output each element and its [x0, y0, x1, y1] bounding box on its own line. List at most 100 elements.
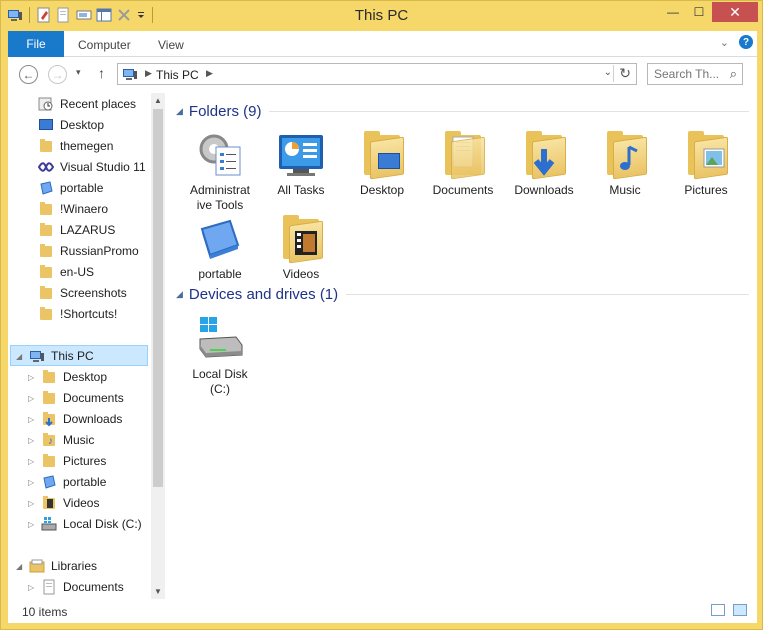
- admin-tools-icon: [196, 131, 244, 179]
- expand-arrow-icon[interactable]: ▷: [28, 583, 38, 592]
- collapse-group-icon[interactable]: ◢: [176, 106, 183, 117]
- item-label: Music: [609, 183, 641, 197]
- nav-item-pc-documents[interactable]: ▷ Documents: [28, 388, 124, 408]
- group-title: Devices and drives (1): [188, 286, 339, 303]
- recent-locations-button[interactable]: ▾: [76, 67, 81, 78]
- expand-arrow-icon[interactable]: ▷: [28, 436, 38, 445]
- folder-item-pictures[interactable]: Pictures: [666, 131, 746, 198]
- folder-item-videos[interactable]: Videos: [261, 215, 341, 282]
- breadcrumb-chevron-icon[interactable]: ▶: [206, 68, 213, 79]
- nav-item-winaero[interactable]: !Winaero: [38, 199, 108, 219]
- nav-item-pc-desktop[interactable]: ▷ Desktop: [28, 367, 107, 387]
- nav-label: Libraries: [51, 559, 98, 573]
- nav-item-pc-portable[interactable]: ▷ portable: [28, 472, 106, 492]
- nav-item-russianpromo[interactable]: RussianPromo: [38, 241, 139, 261]
- nav-item-lazarus[interactable]: LAZARUS: [38, 220, 115, 240]
- expand-arrow-icon[interactable]: ▷: [28, 520, 38, 529]
- up-button[interactable]: ↑: [98, 65, 105, 81]
- expand-arrow-icon[interactable]: ▷: [28, 499, 38, 508]
- minimize-button[interactable]: —: [660, 2, 686, 22]
- breadcrumb-this-pc[interactable]: This PC: [156, 68, 199, 82]
- collapse-group-icon[interactable]: ◢: [176, 289, 183, 300]
- scrollbar-thumb[interactable]: [153, 109, 163, 487]
- close-button[interactable]: ✕: [712, 2, 758, 22]
- item-count: 10 items: [22, 605, 68, 619]
- folder-icon: [38, 243, 54, 259]
- ribbon-tabs: File Computer View ⌄ ?: [8, 31, 757, 57]
- drive-item-local-disk[interactable]: Local Disk (C:): [180, 315, 260, 397]
- forward-button[interactable]: →: [48, 65, 67, 84]
- nav-item-pc-pictures[interactable]: ▷ Pictures: [28, 451, 106, 471]
- expand-arrow-icon[interactable]: ▷: [28, 373, 38, 382]
- nav-label: Desktop: [63, 370, 108, 384]
- folder-item-desktop[interactable]: Desktop: [342, 131, 422, 198]
- item-label: Documents: [432, 183, 494, 197]
- nav-item-pc-local-disk[interactable]: ▷ Local Disk (C:): [28, 514, 142, 534]
- folder-item-administrative-tools[interactable]: Administrat ive Tools: [180, 131, 260, 213]
- nav-item-pc-downloads[interactable]: ▷ Downloads: [28, 409, 122, 429]
- nav-item-shortcuts[interactable]: !Shortcuts!: [38, 304, 117, 324]
- search-icon[interactable]: ⌕: [730, 66, 737, 82]
- nav-item-desktop[interactable]: Desktop: [38, 115, 104, 135]
- nav-item-en-us[interactable]: en-US: [38, 262, 94, 282]
- collapse-arrow-icon[interactable]: ◢: [16, 352, 26, 361]
- breadcrumb-chevron-icon[interactable]: ▶: [145, 68, 152, 79]
- maximize-button[interactable]: ☐: [686, 2, 712, 22]
- expand-ribbon-icon[interactable]: ⌄: [720, 36, 729, 49]
- item-label: (C:): [210, 382, 230, 396]
- folder-item-portable[interactable]: portable: [180, 215, 260, 282]
- nav-item-libraries[interactable]: ◢ Libraries: [16, 556, 97, 576]
- nav-item-screenshots[interactable]: Screenshots: [38, 283, 127, 303]
- folder-item-music[interactable]: Music: [585, 131, 665, 198]
- tab-computer[interactable]: Computer: [78, 38, 131, 52]
- address-bar[interactable]: ▶ This PC ▶ ⌄ ↻: [117, 63, 637, 85]
- help-icon[interactable]: ?: [739, 35, 753, 49]
- address-dropdown-icon[interactable]: ⌄: [604, 67, 612, 78]
- search-box[interactable]: ⌕: [647, 63, 743, 85]
- folder-item-downloads[interactable]: Downloads: [504, 131, 584, 198]
- nav-label: en-US: [60, 265, 95, 279]
- refresh-icon[interactable]: ↻: [613, 65, 631, 82]
- nav-item-this-pc[interactable]: ◢ This PC: [16, 346, 94, 366]
- folder-icon: [38, 138, 54, 154]
- expand-arrow-icon[interactable]: ▷: [28, 415, 38, 424]
- nav-item-pc-videos[interactable]: ▷ Videos: [28, 493, 99, 513]
- portable-icon: [38, 180, 54, 196]
- scroll-down-icon[interactable]: ▼: [154, 587, 162, 596]
- videos-folder-icon: [277, 215, 325, 264]
- search-input[interactable]: [648, 64, 722, 84]
- item-label: Local Disk: [192, 367, 248, 381]
- tab-view[interactable]: View: [158, 38, 184, 52]
- documents-library-icon: [41, 579, 57, 595]
- expand-arrow-icon[interactable]: ▷: [28, 394, 38, 403]
- folder-item-documents[interactable]: Documents: [423, 131, 503, 198]
- tab-file[interactable]: File: [8, 31, 64, 57]
- folder-icon: [38, 264, 54, 280]
- nav-label: Videos: [63, 496, 100, 510]
- status-bar: 10 items: [8, 599, 757, 623]
- nav-item-lib-documents[interactable]: ▷ Documents: [28, 577, 124, 597]
- details-view-icon[interactable]: [711, 604, 725, 616]
- collapse-arrow-icon[interactable]: ◢: [16, 562, 26, 571]
- nav-item-visual-studio[interactable]: Visual Studio 11: [37, 157, 146, 177]
- back-button[interactable]: ←: [19, 65, 38, 84]
- group-header-devices[interactable]: ◢ Devices and drives (1): [176, 286, 749, 303]
- desktop-folder-icon: [358, 131, 406, 180]
- group-header-folders[interactable]: ◢ Folders (9): [176, 103, 749, 120]
- scroll-up-icon[interactable]: ▲: [154, 96, 162, 105]
- nav-scrollbar[interactable]: ▲ ▼: [151, 93, 165, 599]
- expand-arrow-icon[interactable]: ▷: [28, 478, 38, 487]
- title-bar: This PC — ☐ ✕: [1, 1, 762, 31]
- nav-item-portable[interactable]: portable: [38, 178, 103, 198]
- nav-label: portable: [63, 475, 107, 489]
- nav-label: Music: [63, 433, 95, 447]
- expand-arrow-icon[interactable]: ▷: [28, 457, 38, 466]
- nav-item-recent-places[interactable]: Recent places: [38, 94, 136, 114]
- folder-icon: [38, 222, 54, 238]
- nav-item-pc-music[interactable]: ▷ ♪ Music: [28, 430, 94, 450]
- item-label: Videos: [282, 267, 320, 281]
- nav-item-themegen[interactable]: themegen: [38, 136, 113, 156]
- large-icons-view-icon[interactable]: [733, 604, 747, 616]
- nav-label: RussianPromo: [60, 244, 139, 258]
- folder-item-all-tasks[interactable]: All Tasks: [261, 131, 341, 198]
